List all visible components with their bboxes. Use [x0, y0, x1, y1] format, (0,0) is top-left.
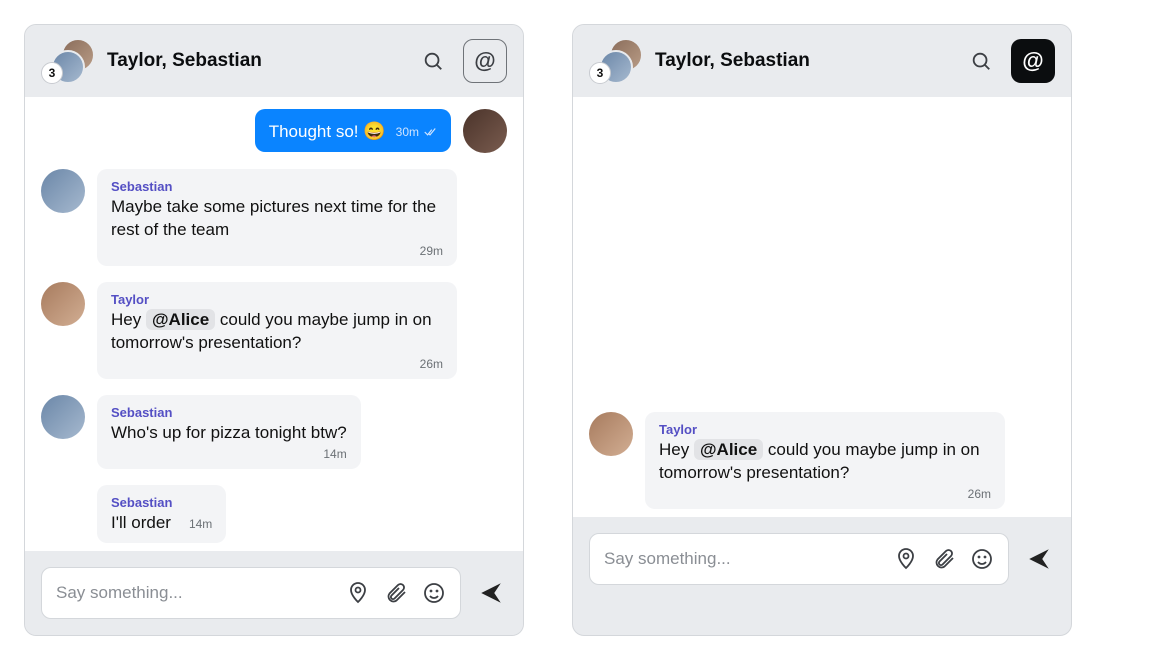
- smile-icon: [970, 547, 994, 571]
- send-button[interactable]: [475, 577, 507, 609]
- composer-input-wrap: [41, 567, 461, 619]
- attach-button[interactable]: [384, 581, 408, 605]
- message-time: 26m: [659, 487, 991, 501]
- participant-count-badge: 3: [589, 62, 611, 84]
- read-receipt-icon: [423, 125, 437, 139]
- message-text: I'll order: [111, 512, 171, 535]
- mention-chip[interactable]: @Alice: [146, 309, 215, 330]
- message-time: 26m: [111, 357, 443, 371]
- message-bubble[interactable]: Sebastian Who's up for pizza tonight btw…: [97, 395, 361, 469]
- mentions-filter-button-active[interactable]: @: [1011, 39, 1055, 83]
- emoji-button[interactable]: [422, 581, 446, 605]
- message-bubble[interactable]: Sebastian I'll order 14m: [97, 485, 226, 543]
- composer-input-wrap: [589, 533, 1009, 585]
- message-row: Sebastian I'll order 14m: [41, 485, 507, 543]
- message-row: Sebastian Maybe take some pictures next …: [41, 169, 507, 266]
- message-list: Taylor Hey @Alice could you maybe jump i…: [573, 97, 1071, 517]
- avatar: [41, 282, 85, 326]
- search-icon: [970, 50, 992, 72]
- message-list: Thought so! 😄 30m Sebastian Maybe take s…: [25, 97, 523, 551]
- emoji-grin-icon: 😄: [363, 121, 385, 141]
- message-input[interactable]: [56, 583, 332, 603]
- message-time: 14m: [111, 447, 347, 461]
- message-bubble[interactable]: Sebastian Maybe take some pictures next …: [97, 169, 457, 266]
- message-time: 29m: [111, 244, 443, 258]
- message-row: Taylor Hey @Alice could you maybe jump i…: [589, 412, 1055, 509]
- composer: [25, 551, 523, 635]
- avatar: [41, 169, 85, 213]
- message-sender: Sebastian: [111, 179, 443, 194]
- message-text: Who's up for pizza tonight btw?: [111, 422, 347, 445]
- location-button[interactable]: [894, 547, 918, 571]
- paperclip-icon: [932, 547, 956, 571]
- send-icon: [1026, 546, 1052, 572]
- chat-header: 3 Taylor, Sebastian @: [573, 25, 1071, 97]
- location-pin-icon: [894, 547, 918, 571]
- smile-icon: [422, 581, 446, 605]
- mention-chip[interactable]: @Alice: [694, 439, 763, 460]
- message-sender: Sebastian: [111, 405, 347, 420]
- search-icon: [422, 50, 444, 72]
- location-button[interactable]: [346, 581, 370, 605]
- avatar: [589, 412, 633, 456]
- message-row: Taylor Hey @Alice could you maybe jump i…: [41, 282, 507, 379]
- emoji-button[interactable]: [970, 547, 994, 571]
- message-text: Maybe take some pictures next time for t…: [111, 196, 443, 242]
- search-button[interactable]: [959, 39, 1003, 83]
- message-time: 30m: [396, 125, 419, 139]
- message-sender: Taylor: [111, 292, 443, 307]
- avatar: [463, 109, 507, 153]
- attach-button[interactable]: [932, 547, 956, 571]
- message-bubble[interactable]: Thought so! 😄 30m: [255, 109, 451, 152]
- paperclip-icon: [384, 581, 408, 605]
- at-icon: @: [474, 50, 495, 72]
- chat-panel-all: 3 Taylor, Sebastian @ Thought so! 😄 30m: [24, 24, 524, 636]
- chat-title: Taylor, Sebastian: [107, 50, 399, 72]
- message-sender: Taylor: [659, 422, 991, 437]
- message-row: Sebastian Who's up for pizza tonight btw…: [41, 395, 507, 469]
- avatar: [41, 395, 85, 439]
- participant-avatars[interactable]: 3: [589, 38, 643, 84]
- at-icon: @: [1022, 50, 1043, 72]
- location-pin-icon: [346, 581, 370, 605]
- send-button[interactable]: [1023, 543, 1055, 575]
- chat-header: 3 Taylor, Sebastian @: [25, 25, 523, 97]
- message-time: 14m: [189, 517, 212, 531]
- message-sender: Sebastian: [111, 495, 212, 510]
- chat-panel-mentions: 3 Taylor, Sebastian @ Taylor Hey @Alice …: [572, 24, 1072, 636]
- message-row-sent: Thought so! 😄 30m: [41, 109, 507, 153]
- mentions-filter-button[interactable]: @: [463, 39, 507, 83]
- search-button[interactable]: [411, 39, 455, 83]
- message-text: Thought so!: [269, 122, 359, 141]
- chat-title: Taylor, Sebastian: [655, 50, 947, 72]
- message-bubble[interactable]: Taylor Hey @Alice could you maybe jump i…: [645, 412, 1005, 509]
- message-input[interactable]: [604, 549, 880, 569]
- send-icon: [478, 580, 504, 606]
- participant-avatars[interactable]: 3: [41, 38, 95, 84]
- message-text: Hey @Alice could you maybe jump in on to…: [111, 309, 443, 355]
- message-bubble[interactable]: Taylor Hey @Alice could you maybe jump i…: [97, 282, 457, 379]
- message-text: Hey @Alice could you maybe jump in on to…: [659, 439, 991, 485]
- participant-count-badge: 3: [41, 62, 63, 84]
- composer: [573, 517, 1071, 601]
